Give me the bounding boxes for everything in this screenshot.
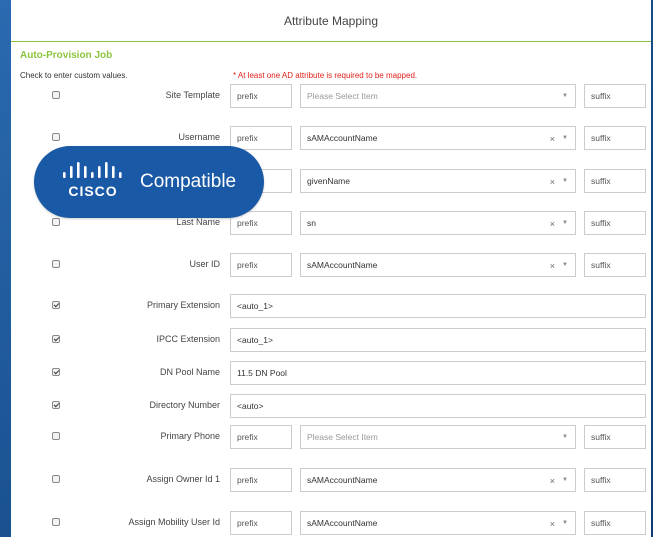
compatible-text: Compatible bbox=[140, 171, 237, 192]
field-label: Primary Phone bbox=[160, 431, 220, 441]
field-label: User ID bbox=[189, 259, 220, 269]
suffix-input[interactable]: suffix bbox=[584, 511, 646, 535]
selected-attribute: sAMAccountName bbox=[307, 475, 378, 485]
custom-value-checkbox[interactable] bbox=[52, 218, 60, 226]
custom-value-input[interactable]: <auto> bbox=[230, 394, 646, 418]
select-placeholder: Please Select Item bbox=[307, 432, 378, 442]
chevron-down-icon[interactable]: ▼ bbox=[562, 178, 568, 184]
custom-value-input[interactable]: 11.5 DN Pool bbox=[230, 361, 646, 385]
section-title: Auto-Provision Job bbox=[20, 50, 113, 61]
custom-value-checkbox[interactable] bbox=[52, 518, 60, 526]
clear-icon[interactable]: × bbox=[550, 177, 555, 187]
custom-value-checkbox[interactable] bbox=[52, 401, 60, 409]
mapping-row: Primary Phone prefix Please Select Item ▼ su… bbox=[11, 425, 651, 449]
prefix-input[interactable]: prefix bbox=[230, 425, 292, 449]
field-label: Directory Number bbox=[149, 400, 220, 410]
chevron-down-icon[interactable]: ▼ bbox=[562, 520, 568, 526]
selected-attribute: sAMAccountName bbox=[307, 518, 378, 528]
custom-value-input[interactable]: <auto_1> bbox=[230, 328, 646, 352]
suffix-input[interactable]: suffix bbox=[584, 84, 646, 108]
ad-attribute-select[interactable]: sAMAccountName × ▼ bbox=[300, 253, 576, 277]
select-placeholder: Please Select Item bbox=[307, 91, 378, 101]
mapping-row: Primary Extension <auto_1> bbox=[11, 294, 651, 318]
mapping-row: IPCC Extension <auto_1> bbox=[11, 328, 651, 352]
field-label: Username bbox=[178, 132, 220, 142]
custom-value-checkbox[interactable] bbox=[52, 368, 60, 376]
clear-icon[interactable]: × bbox=[550, 261, 555, 271]
prefix-input[interactable]: prefix bbox=[230, 126, 292, 150]
chevron-down-icon[interactable]: ▼ bbox=[562, 93, 568, 99]
selected-attribute: sAMAccountName bbox=[307, 133, 378, 143]
mapping-row: DN Pool Name 11.5 DN Pool bbox=[11, 361, 651, 385]
ad-attribute-select[interactable]: sAMAccountName × ▼ bbox=[300, 468, 576, 492]
required-note: * At least one AD attribute is required … bbox=[233, 71, 418, 80]
prefix-input[interactable]: prefix bbox=[230, 511, 292, 535]
mapping-row: User ID prefix sAMAccountName × ▼ suffix bbox=[11, 253, 651, 277]
clear-icon[interactable]: × bbox=[550, 476, 555, 486]
field-label: Site Template bbox=[165, 90, 220, 100]
ad-attribute-select[interactable]: Please Select Item ▼ bbox=[300, 84, 576, 108]
field-label: DN Pool Name bbox=[159, 367, 220, 377]
ad-attribute-select[interactable]: Please Select Item ▼ bbox=[300, 425, 576, 449]
chevron-down-icon[interactable]: ▼ bbox=[562, 220, 568, 226]
prefix-input[interactable]: prefix bbox=[230, 468, 292, 492]
suffix-input[interactable]: suffix bbox=[584, 169, 646, 193]
field-label: Assign Mobility User Id bbox=[128, 517, 220, 527]
ad-attribute-select[interactable]: sn × ▼ bbox=[300, 211, 576, 235]
ad-attribute-select[interactable]: sAMAccountName × ▼ bbox=[300, 511, 576, 535]
suffix-input[interactable]: suffix bbox=[584, 253, 646, 277]
clear-icon[interactable]: × bbox=[550, 134, 555, 144]
mapping-row: Assign Mobility User Id prefix sAMAccountN… bbox=[11, 511, 651, 535]
field-label: Primary Extension bbox=[146, 300, 220, 310]
chevron-down-icon[interactable]: ▼ bbox=[562, 434, 568, 440]
custom-value-checkbox[interactable] bbox=[52, 301, 60, 309]
mapping-row: Site Template prefix Please Select Item ▼ su… bbox=[11, 84, 651, 108]
chevron-down-icon[interactable]: ▼ bbox=[562, 135, 568, 141]
cisco-wordmark: CISCO bbox=[68, 183, 117, 199]
custom-value-checkbox[interactable] bbox=[52, 475, 60, 483]
suffix-input[interactable]: suffix bbox=[584, 468, 646, 492]
selected-attribute: givenName bbox=[307, 176, 350, 186]
mapping-row: Assign Owner Id 1 prefix sAMAccountName × ▼ s… bbox=[11, 468, 651, 492]
selected-attribute: sAMAccountName bbox=[307, 260, 378, 270]
suffix-input[interactable]: suffix bbox=[584, 211, 646, 235]
chevron-down-icon[interactable]: ▼ bbox=[562, 477, 568, 483]
suffix-input[interactable]: suffix bbox=[584, 126, 646, 150]
selected-attribute: sn bbox=[307, 218, 316, 228]
custom-value-checkbox[interactable] bbox=[52, 133, 60, 141]
custom-value-checkbox[interactable] bbox=[52, 260, 60, 268]
cisco-logo-icon: CISCO bbox=[63, 162, 122, 199]
custom-values-hint: Check to enter custom values. bbox=[20, 71, 128, 80]
ad-attribute-select[interactable]: givenName × ▼ bbox=[300, 169, 576, 193]
custom-value-checkbox[interactable] bbox=[52, 432, 60, 440]
prefix-input[interactable]: prefix bbox=[230, 253, 292, 277]
ad-attribute-select[interactable]: sAMAccountName × ▼ bbox=[300, 126, 576, 150]
mapping-row: Directory Number <auto> bbox=[11, 394, 651, 418]
prefix-input[interactable]: prefix bbox=[230, 84, 292, 108]
suffix-input[interactable]: suffix bbox=[584, 425, 646, 449]
field-label: Assign Owner Id 1 bbox=[146, 474, 220, 484]
chevron-down-icon[interactable]: ▼ bbox=[562, 262, 568, 268]
clear-icon[interactable]: × bbox=[550, 219, 555, 229]
clear-icon[interactable]: × bbox=[550, 519, 555, 529]
field-label: Last Name bbox=[176, 217, 220, 227]
custom-value-input[interactable]: <auto_1> bbox=[230, 294, 646, 318]
cisco-compatible-badge: CISCO Compatible bbox=[34, 146, 264, 218]
custom-value-checkbox[interactable] bbox=[52, 335, 60, 343]
field-label: IPCC Extension bbox=[156, 334, 220, 344]
panel-title: Attribute Mapping bbox=[11, 0, 651, 42]
attribute-mapping-panel: Attribute Mapping Auto-Provision Job Che… bbox=[11, 0, 651, 537]
custom-value-checkbox[interactable] bbox=[52, 91, 60, 99]
